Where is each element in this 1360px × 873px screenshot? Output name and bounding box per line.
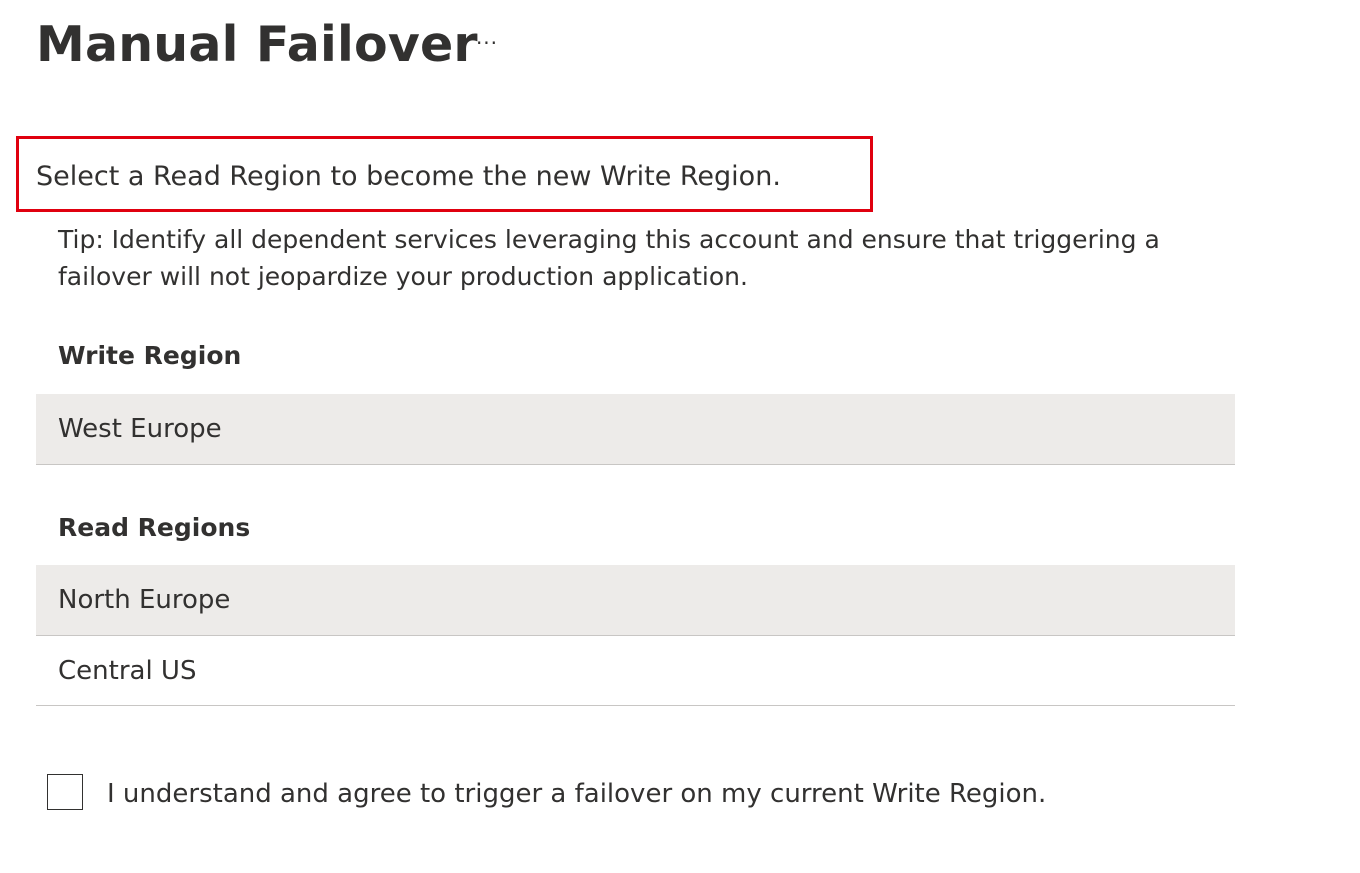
tip-text: Tip: Identify all dependent services lev…	[58, 225, 1160, 291]
agree-checkbox-label[interactable]: I understand and agree to trigger a fail…	[107, 775, 1046, 813]
manual-failover-panel: Manual Failover ··· Select a Read Region…	[0, 0, 1360, 873]
write-region-name: West Europe	[58, 414, 222, 444]
page-title: Manual Failover	[36, 16, 478, 73]
agree-checkbox[interactable]	[47, 774, 83, 810]
more-options-button[interactable]: ···	[468, 28, 506, 62]
read-regions-label: Read Regions	[58, 513, 251, 542]
read-region-name: North Europe	[58, 585, 231, 615]
ellipsis-icon: ···	[475, 31, 499, 55]
read-region-row-north-europe[interactable]: North Europe	[36, 565, 1235, 636]
instruction-text: Select a Read Region to become the new W…	[36, 161, 781, 192]
write-region-value: West Europe	[36, 394, 1235, 465]
read-region-row-central-us[interactable]: Central US	[36, 636, 1235, 706]
write-region-label: Write Region	[58, 341, 242, 370]
read-region-name: Central US	[58, 656, 197, 686]
